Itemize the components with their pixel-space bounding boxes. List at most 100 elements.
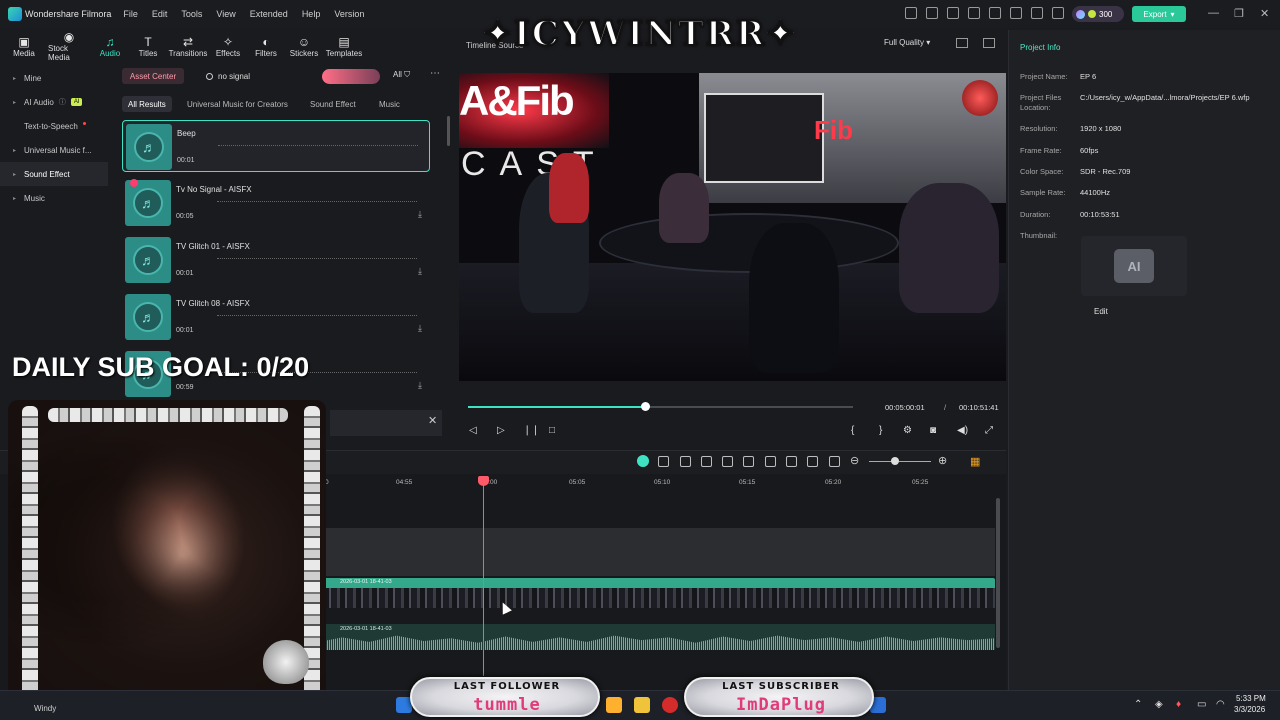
- replace-icon[interactable]: [829, 456, 840, 467]
- export-button[interactable]: Export ▾: [1132, 6, 1186, 22]
- tab-all-results[interactable]: All Results: [122, 96, 172, 112]
- speed-icon[interactable]: [722, 456, 733, 467]
- file-explorer-icon[interactable]: [634, 697, 650, 713]
- sidebar-item-mine[interactable]: ▸ Mine: [0, 66, 108, 90]
- split-icon[interactable]: [658, 456, 669, 467]
- playhead[interactable]: [483, 480, 484, 676]
- download-icon[interactable]: ⤓: [418, 209, 422, 220]
- tab-music[interactable]: Music: [373, 96, 406, 112]
- zoom-slider-handle[interactable]: [891, 457, 899, 465]
- tab-stock-media[interactable]: ◉ Stock Media: [48, 28, 90, 64]
- menu-edit[interactable]: Edit: [152, 9, 168, 19]
- gift-icon[interactable]: [905, 7, 917, 19]
- audio-clip[interactable]: [315, 624, 995, 650]
- monitor-icon[interactable]: [947, 7, 959, 19]
- edit-icon[interactable]: [701, 456, 712, 467]
- security-icon[interactable]: ◈: [1155, 699, 1163, 710]
- sound-item[interactable]: ♬ Tv No Signal - AISFX 00:05 ⤓: [122, 177, 430, 229]
- mark-out-icon[interactable]: }: [879, 425, 882, 436]
- weather-widget[interactable]: Windy: [34, 704, 56, 713]
- grid-icon[interactable]: [1052, 7, 1064, 19]
- credits-badge[interactable]: 300: [1072, 6, 1124, 22]
- minimize-icon[interactable]: —: [1208, 7, 1219, 19]
- thumbnail-preview[interactable]: AI: [1081, 236, 1187, 296]
- stop-icon[interactable]: □: [549, 425, 555, 436]
- tab-effects[interactable]: ✧ Effects: [210, 28, 246, 64]
- download-icon[interactable]: ⤓: [418, 380, 422, 391]
- zoom-in-icon[interactable]: ⊕: [938, 454, 947, 467]
- zoom-slider[interactable]: [869, 461, 931, 462]
- tab-transitions[interactable]: ⇄ Transitions: [166, 28, 210, 64]
- tab-audio[interactable]: ♫ Audio: [90, 28, 130, 64]
- sidebar-item-sound-effect[interactable]: ▸ Sound Effect: [0, 162, 108, 186]
- ai-tools-icon[interactable]: [637, 455, 649, 467]
- mark-in-icon[interactable]: {: [851, 425, 854, 436]
- timeline-scrollbar[interactable]: [996, 498, 1000, 648]
- tab-media[interactable]: ▣ Media: [0, 28, 48, 64]
- filter-dropdown[interactable]: All ⛉: [393, 70, 410, 80]
- quality-dropdown[interactable]: Full Quality ▾: [884, 38, 930, 47]
- search-input[interactable]: no signal: [200, 68, 318, 84]
- tab-universal-music[interactable]: Universal Music for Creators: [181, 96, 294, 112]
- zoom-out-icon[interactable]: ⊖: [850, 454, 859, 467]
- send-icon[interactable]: [926, 7, 938, 19]
- sidebar-item-music[interactable]: ▸ Music: [0, 186, 108, 210]
- mic-muted-icon[interactable]: ♦: [1176, 699, 1181, 710]
- headset-icon[interactable]: [1031, 7, 1043, 19]
- opera-icon[interactable]: [662, 697, 678, 713]
- sidebar-item-text-to-speech[interactable]: Text-to-Speech: [0, 114, 108, 138]
- video-preview[interactable]: A&Fib CAST Fib: [459, 73, 1006, 381]
- maximize-icon[interactable]: ❐: [1234, 7, 1244, 20]
- empty-track[interactable]: [315, 528, 995, 576]
- edit-thumbnail-button[interactable]: Edit: [1094, 307, 1108, 316]
- app-icon[interactable]: [606, 697, 622, 713]
- cloud-icon[interactable]: [989, 7, 1001, 19]
- clock-time[interactable]: 5:33 PM: [1236, 694, 1266, 703]
- tab-filters[interactable]: ◐ Filters: [246, 28, 286, 64]
- crop-icon[interactable]: [680, 456, 691, 467]
- mixer-icon[interactable]: [786, 456, 797, 467]
- mic-icon[interactable]: [765, 456, 776, 467]
- ai-search-button[interactable]: [322, 69, 380, 84]
- volume-icon[interactable]: ◀): [957, 425, 968, 436]
- menu-help[interactable]: Help: [302, 9, 321, 19]
- sound-item[interactable]: ♬ TV Glitch 08 - AISFX 00:01 ⤓: [122, 291, 430, 343]
- menu-view[interactable]: View: [216, 9, 235, 19]
- chat-icon[interactable]: ▭: [1197, 699, 1206, 710]
- menu-version[interactable]: Version: [334, 9, 364, 19]
- sidebar-item-ai-audio[interactable]: ▸ AI Audio ⓘ AI: [0, 90, 108, 114]
- play-icon[interactable]: ▷: [497, 425, 505, 436]
- menu-extended[interactable]: Extended: [250, 9, 288, 19]
- color-icon[interactable]: [743, 456, 754, 467]
- bell-icon[interactable]: [1010, 7, 1022, 19]
- grid-view-icon[interactable]: [956, 38, 968, 48]
- playhead-handle[interactable]: [478, 476, 489, 486]
- asset-scrollbar[interactable]: [447, 116, 450, 146]
- camera-icon[interactable]: ◙: [930, 425, 936, 436]
- render-icon[interactable]: ⚙: [903, 425, 912, 436]
- tab-titles[interactable]: T Titles: [130, 28, 166, 64]
- menu-tools[interactable]: Tools: [181, 9, 202, 19]
- favorite-icon[interactable]: [130, 179, 138, 187]
- tab-sound-effect[interactable]: Sound Effect: [304, 96, 362, 112]
- save-icon[interactable]: [968, 7, 980, 19]
- download-icon[interactable]: ⤓: [418, 323, 422, 334]
- sidebar-item-universal-music[interactable]: ▸ Universal Music f...: [0, 138, 108, 162]
- mask-icon[interactable]: [807, 456, 818, 467]
- tab-stickers[interactable]: ☺ Stickers: [286, 28, 322, 64]
- layout-icon[interactable]: ▦: [970, 455, 980, 468]
- chevron-up-icon[interactable]: ⌃: [1134, 699, 1142, 710]
- pause-icon[interactable]: ❘❘: [523, 425, 540, 436]
- close-window-icon[interactable]: ✕: [1260, 7, 1269, 20]
- previous-frame-icon[interactable]: ◁: [469, 425, 477, 436]
- more-options-icon[interactable]: ⋯: [430, 68, 440, 79]
- fullscreen-icon[interactable]: ⤢: [985, 425, 993, 436]
- wifi-icon[interactable]: ◠: [1216, 699, 1225, 710]
- snapshot-icon[interactable]: [983, 38, 995, 48]
- clock-date[interactable]: 3/3/2026: [1234, 705, 1265, 714]
- close-icon[interactable]: ✕: [428, 414, 437, 427]
- playback-scrubber[interactable]: [641, 402, 650, 411]
- menu-file[interactable]: File: [123, 9, 138, 19]
- video-clip[interactable]: [315, 578, 995, 608]
- asset-center-button[interactable]: Asset Center: [122, 68, 184, 84]
